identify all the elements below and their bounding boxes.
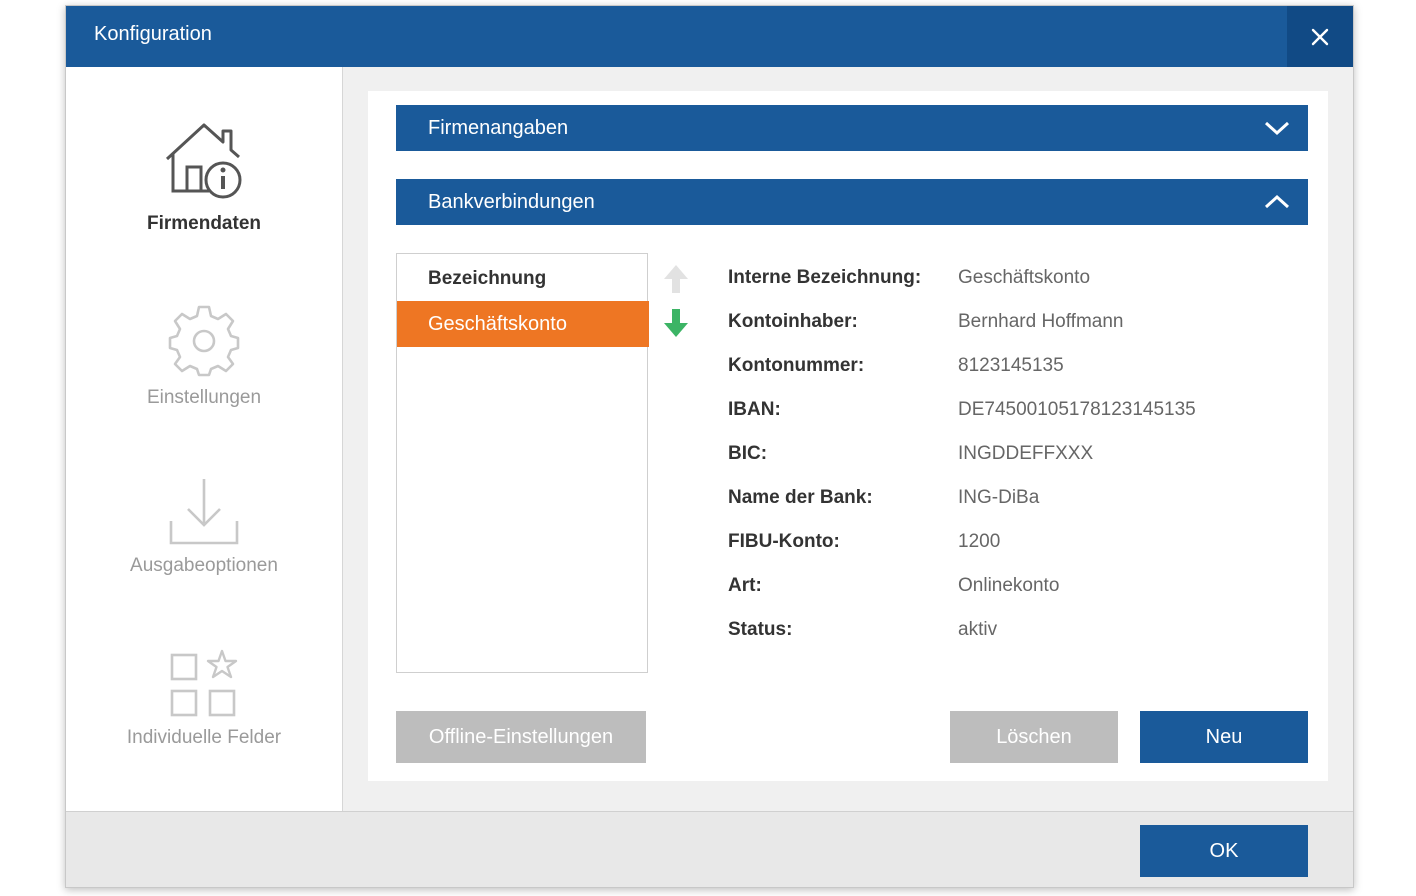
close-button[interactable] [1287,6,1353,67]
detail-value: Onlinekonto [958,575,1060,596]
detail-value: 8123145135 [958,355,1064,376]
sidebar-item-label: Individuelle Felder [126,727,282,748]
detail-label: Interne Bezeichnung: [728,267,922,288]
sidebar-item-einstellungen[interactable]: Einstellungen [66,301,342,409]
detail-label: Art: [728,575,762,596]
title-bar: Konfiguration [66,6,1353,67]
detail-value: ING-DiBa [958,487,1040,508]
section-title: Bankverbindungen [428,191,595,213]
ok-button[interactable]: OK [1140,825,1308,877]
sidebar-item-ausgabeoptionen[interactable]: Ausgabeoptionen [66,473,342,577]
detail-value: aktiv [958,619,998,640]
new-button[interactable]: Neu [1140,711,1308,763]
detail-label: Name der Bank: [728,487,873,508]
move-down-arrow-icon[interactable] [664,307,688,339]
detail-label: Kontonummer: [728,355,865,376]
close-icon [1311,28,1329,45]
grid-star-icon [170,649,238,717]
sidebar-item-firmendaten[interactable]: Firmendaten [66,119,342,235]
sidebar-item-label: Einstellungen [146,387,262,408]
content-panel: Firmenangaben Bankverbindungen Bezeichnu… [368,91,1328,781]
configuration-dialog: Konfiguration Firmendaten Einstellungen … [65,5,1354,888]
list-item-label: Geschäftskonto [428,313,567,335]
list-item[interactable]: Geschäftskonto [397,301,649,347]
sidebar: Firmendaten Einstellungen Ausgabeoptione… [66,67,343,811]
house-info-icon [165,123,242,199]
chevron-up-icon [1264,194,1290,209]
list-header: Bezeichnung [428,268,547,289]
detail-label: Kontoinhaber: [728,311,858,332]
dialog-footer: OK [66,811,1353,887]
detail-label: FIBU-Konto: [728,531,840,552]
move-up-arrow-icon[interactable] [664,263,688,295]
detail-value: DE74500105178123145135 [958,399,1196,420]
detail-value: Geschäftskonto [958,267,1091,288]
detail-label: BIC: [728,443,768,464]
gear-icon [168,305,240,377]
bank-account-list[interactable]: Bezeichnung Geschäftskonto [396,253,649,673]
delete-button[interactable]: Löschen [950,711,1118,763]
sidebar-item-label: Ausgabeoptionen [130,555,278,576]
section-bankverbindungen[interactable]: Bankverbindungen [396,179,1308,225]
section-title: Firmenangaben [428,117,569,139]
dialog-title: Konfiguration [94,23,212,45]
detail-label: Status: [728,619,793,640]
sidebar-item-individuelle-felder[interactable]: Individuelle Felder [66,647,342,749]
detail-value: INGDDEFFXXX [958,443,1094,464]
sidebar-item-label: Firmendaten [146,213,262,234]
download-icon [169,479,239,545]
chevron-down-icon [1264,121,1290,136]
section-firmenangaben[interactable]: Firmenangaben [396,105,1308,151]
offline-settings-button[interactable]: Offline-Einstellungen [396,711,646,763]
detail-label: IBAN: [728,399,781,420]
detail-value: 1200 [958,531,1001,552]
detail-value: Bernhard Hoffmann [958,311,1124,332]
